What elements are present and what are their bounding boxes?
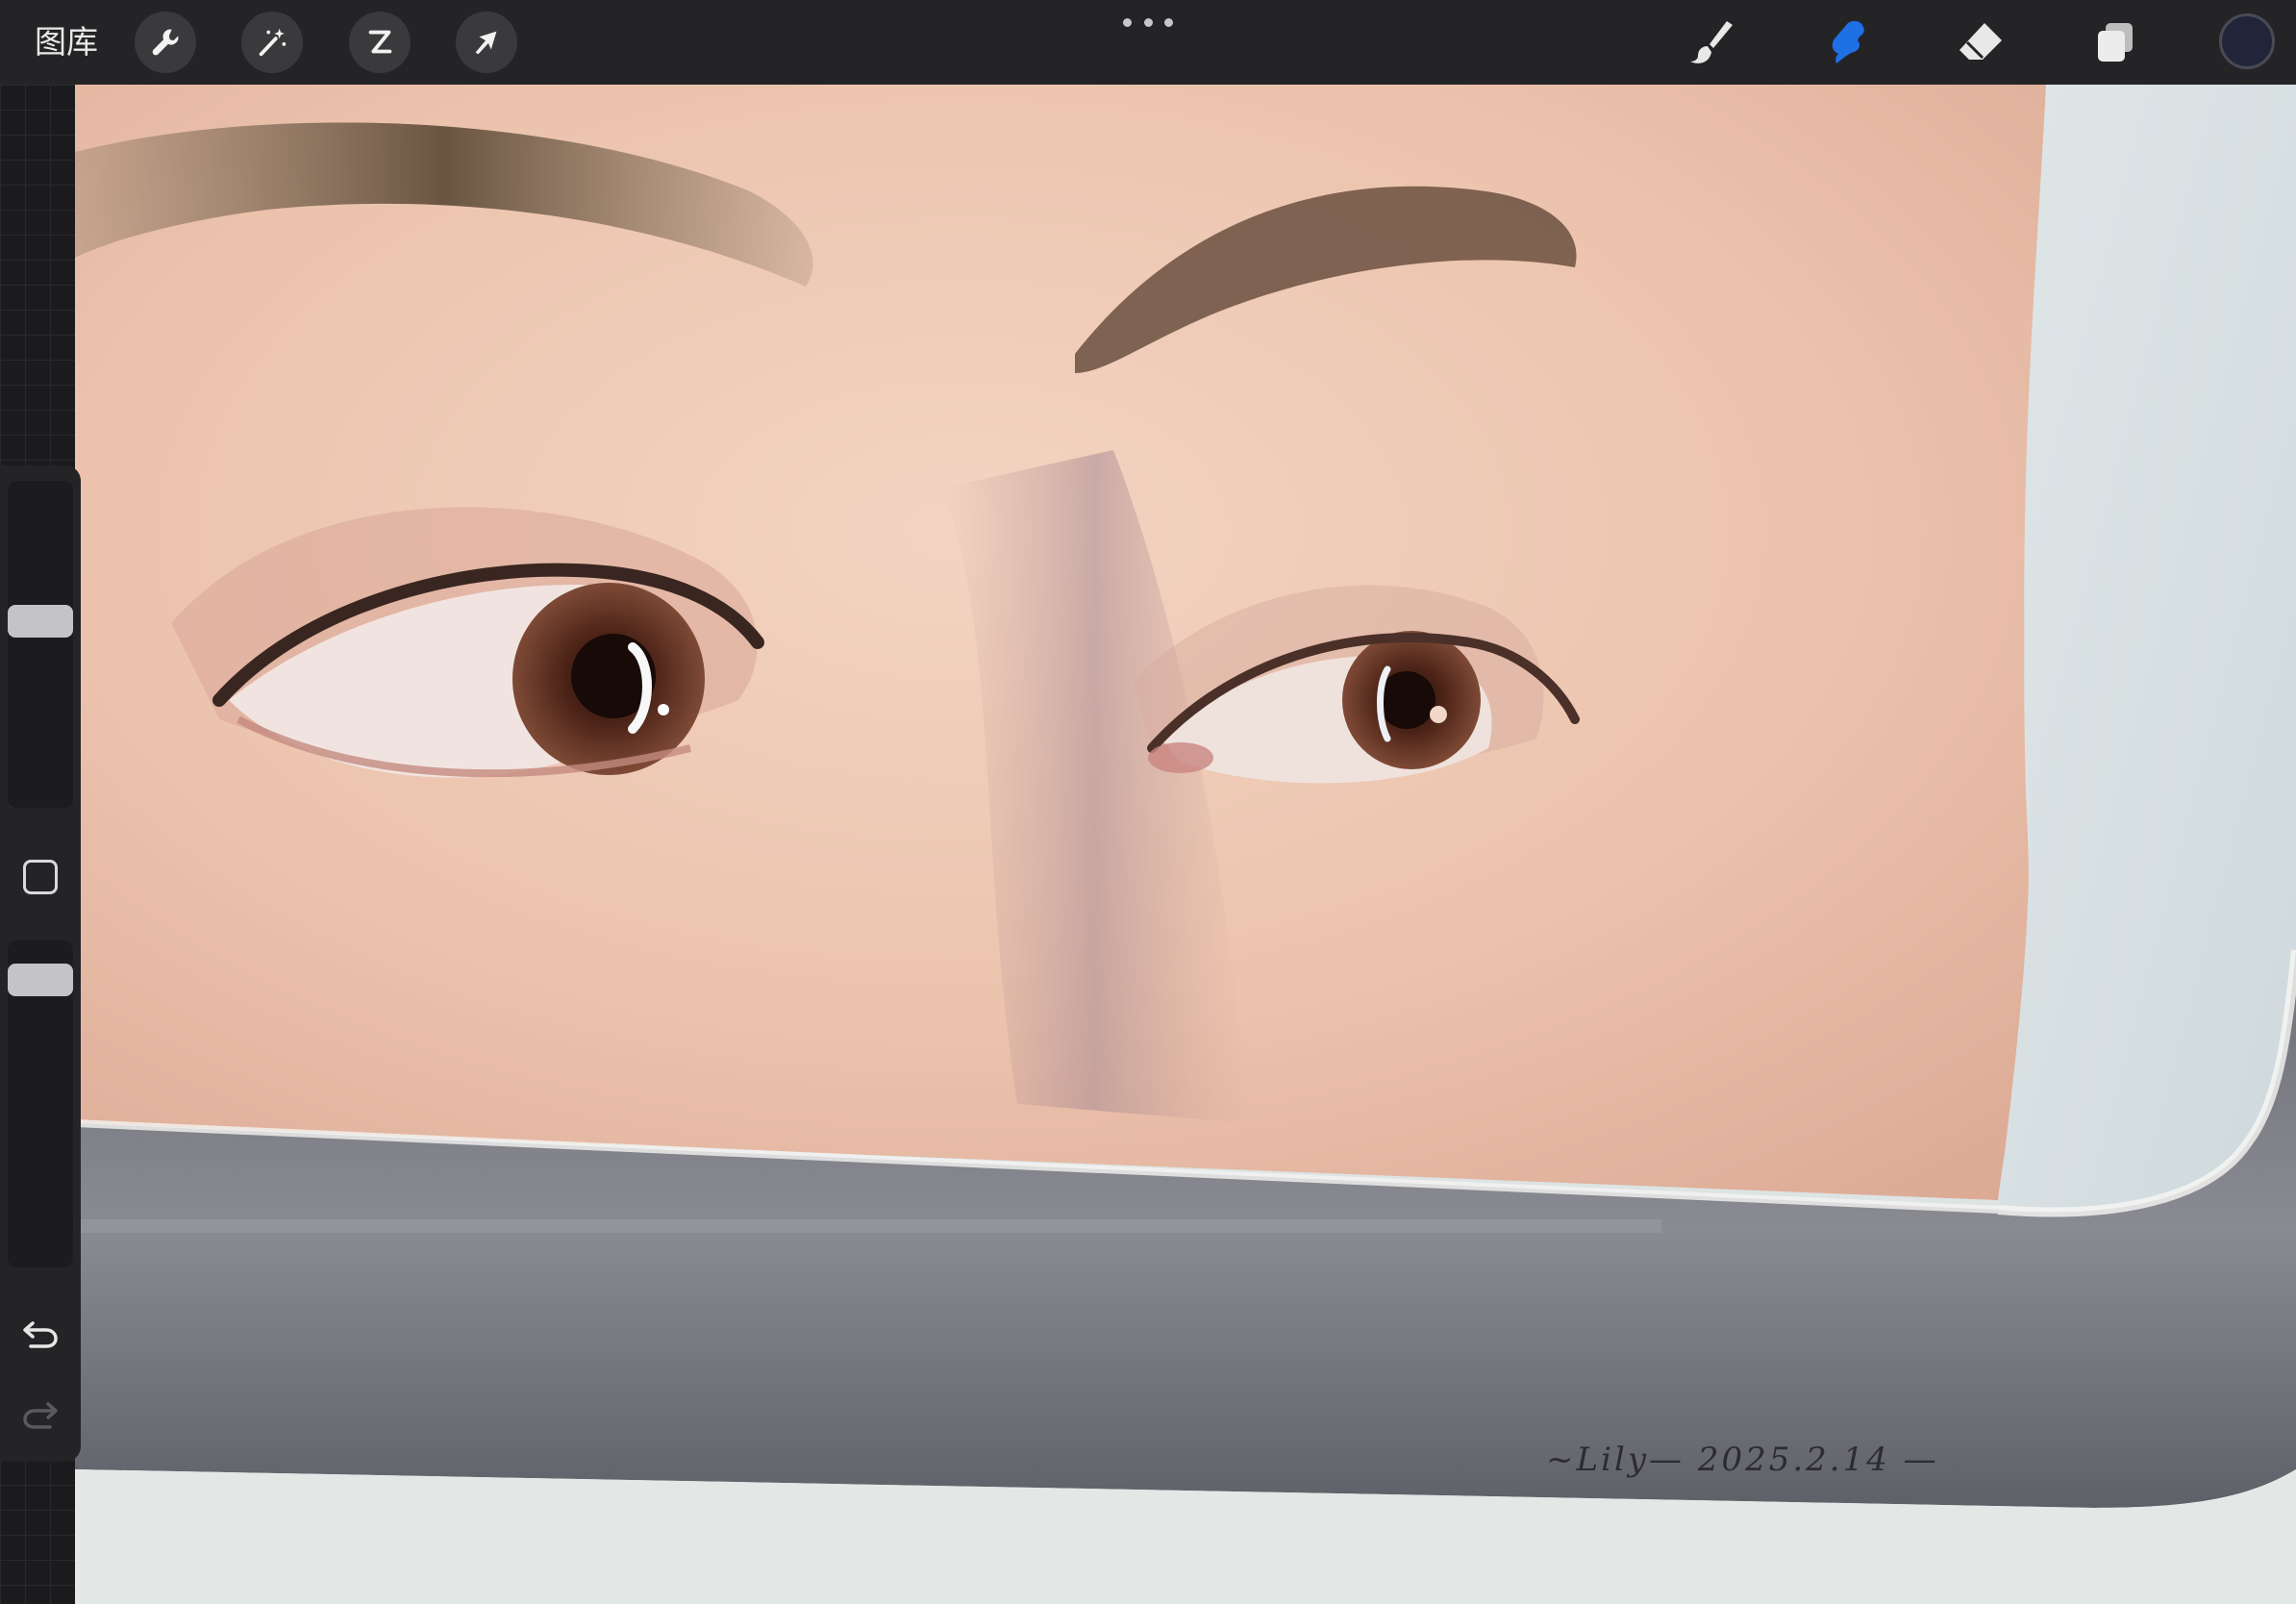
dot xyxy=(1164,17,1173,27)
brush-icon xyxy=(1690,21,1733,63)
brush-tool-button[interactable] xyxy=(1681,12,1742,73)
dot xyxy=(1123,17,1132,27)
transform-button[interactable] xyxy=(456,12,517,73)
layers-icon xyxy=(2098,23,2133,62)
dot xyxy=(1143,17,1153,27)
modify-button[interactable] xyxy=(23,860,58,894)
painting-artwork xyxy=(75,85,2296,1604)
smudge-icon xyxy=(1832,20,1864,63)
eraser-icon xyxy=(1959,23,2002,60)
adjustments-button[interactable] xyxy=(241,12,303,73)
selection-button[interactable] xyxy=(349,12,411,73)
transform-arrow-icon xyxy=(475,31,497,55)
brush-size-thumb[interactable] xyxy=(8,605,73,638)
artist-signature: ~Lily— 2025.2.14 — xyxy=(1546,1441,1939,1479)
more-options-button[interactable] xyxy=(1123,13,1173,31)
undo-icon[interactable] xyxy=(17,1310,63,1356)
brush-size-slider[interactable] xyxy=(8,481,73,808)
redo-icon[interactable] xyxy=(17,1391,63,1437)
wrench-icon xyxy=(152,29,179,56)
smudge-tool-button[interactable] xyxy=(1815,12,1877,73)
left-sidebar xyxy=(0,465,81,1462)
layers-button[interactable] xyxy=(2084,12,2146,73)
eraser-tool-button[interactable] xyxy=(1950,12,2011,73)
gallery-button[interactable]: 图库 xyxy=(35,19,98,65)
magic-wand-icon xyxy=(259,28,287,57)
selection-icon xyxy=(368,30,392,54)
actions-button[interactable] xyxy=(135,12,196,73)
color-picker-button[interactable] xyxy=(2219,13,2275,69)
opacity-slider[interactable] xyxy=(8,940,73,1267)
drawing-canvas[interactable]: ~Lily— 2025.2.14 — xyxy=(75,85,2296,1604)
top-toolbar: 图库 xyxy=(0,0,2296,85)
opacity-thumb[interactable] xyxy=(8,964,73,996)
